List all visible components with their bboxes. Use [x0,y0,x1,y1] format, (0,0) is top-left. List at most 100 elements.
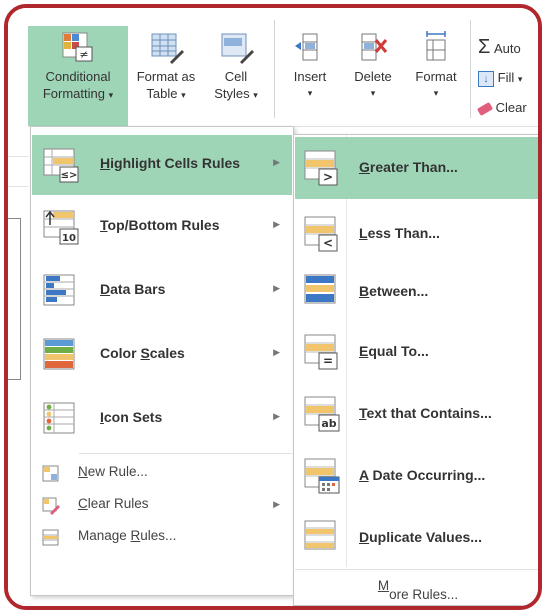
insert-label: Insert [293,69,327,84]
conditional-formatting-icon: ≠ [62,32,93,62]
delete-label: Delete [354,69,392,84]
insert-caret: ▾ [307,88,313,98]
menu-item-top-bottom-rules[interactable]: 10 Top/Bottom Rules ▶ [32,197,292,257]
cell-styles-button[interactable]: Cell Styles ▾ [204,26,268,126]
data-bars-icon [43,274,75,306]
worksheet-edge [8,126,28,606]
submenu-item-date-occurring[interactable]: A Date Occurring... [295,445,538,507]
menu-item-label: Top/Bottom Rules [100,217,220,233]
cell-styles-label-2: Styles ▾ [214,86,258,101]
less-than-icon: < [304,216,338,252]
format-as-table-label-1: Format as [136,69,196,84]
delete-caret: ▾ [370,88,376,98]
icon-sets-icon [43,402,75,434]
submenu-item-between[interactable]: Between... [295,261,538,323]
conditional-formatting-button[interactable]: ≠ Conditional Formatting ▾ [28,26,128,126]
submenu-item-greater-than[interactable]: > Greater Than... [295,137,538,199]
autosum-button[interactable]: Σ Auto [478,36,521,59]
date-occurring-icon [304,458,340,494]
fill-caret: ▾ [517,74,523,84]
delete-cells-icon [361,33,388,61]
fill-button[interactable]: ↓ Fill ▾ [478,70,522,87]
cell-styles-label-1: Cell [224,69,248,84]
screenshot-frame: ≠ Conditional Formatting ▾ Format as Tab… [4,4,542,610]
between-icon [304,274,336,304]
conditional-formatting-label-2: Formatting ▾ [42,86,114,101]
ribbon-separator [274,20,275,118]
submenu-item-label: Text that Contains... [359,405,492,421]
new-rule-icon [42,465,59,482]
svg-text:≤>: ≤> [61,170,78,181]
submenu-item-label: Less Than... [359,225,440,241]
autosum-icon: Σ [478,36,491,58]
submenu-item-label: A Date Occurring... [359,467,486,483]
menu-separator [79,453,292,454]
clear-label: Clear [495,100,527,115]
fill-label: Fill [497,70,515,85]
submenu-arrow-icon: ▶ [273,219,280,229]
format-as-table-icon [151,33,184,64]
submenu-arrow-icon: ▶ [273,283,280,293]
fill-down-icon: ↓ [478,70,494,87]
cell-styles-icon [221,33,254,64]
menu-item-label: New Rule... [78,464,148,479]
submenu-item-label: More Rules... [377,578,459,602]
clear-button[interactable]: Clear [476,100,527,116]
submenu-item-label: Between... [359,283,429,299]
insert-button[interactable]: Insert ▾ [282,26,338,126]
ribbon-separator [470,20,471,118]
top-bottom-icon: 10 [43,210,79,245]
submenu-arrow-icon: ▶ [273,347,280,357]
menu-item-label: Manage Rules... [78,528,177,543]
menu-item-clear-rules[interactable]: Clear Rules ▶ [32,489,292,521]
format-cells-icon [426,31,446,61]
submenu-item-less-than[interactable]: < Less Than... [295,203,538,265]
delete-button[interactable]: Delete ▾ [342,26,404,126]
submenu-item-text-that-contains[interactable]: ab Text that Contains... [295,383,538,445]
menu-item-label: Color Scales [100,345,185,361]
submenu-arrow-icon: ▶ [273,499,280,509]
submenu-item-equal-to[interactable]: = Equal To... [295,321,538,383]
menu-item-manage-rules[interactable]: Manage Rules... [32,521,292,553]
submenu-item-label: Greater Than... [359,159,458,175]
ribbon: ≠ Conditional Formatting ▾ Format as Tab… [8,8,538,127]
manage-rules-icon [42,529,59,546]
eraser-icon [476,101,494,116]
submenu-arrow-icon: ▶ [273,157,280,167]
svg-text:≠: ≠ [79,48,88,61]
insert-cells-icon [295,33,318,61]
menu-item-label: Icon Sets [100,409,163,425]
svg-text:10: 10 [62,233,76,244]
autosum-label: Auto [494,41,521,56]
text-contains-icon: ab [304,396,340,432]
conditional-formatting-label-1: Conditional [45,69,111,84]
highlight-cells-icon: ≤> [43,148,79,183]
color-scales-icon [43,338,75,370]
menu-item-highlight-cells-rules[interactable]: ≤> Highlight Cells Rules ▶ [32,135,292,195]
submenu-item-label: Equal To... [359,343,429,359]
conditional-formatting-menu: ≤> Highlight Cells Rules ▶ 10 Top/Bottom… [30,126,294,596]
submenu-arrow-icon: ▶ [273,411,280,421]
grid-line [8,156,28,157]
format-button[interactable]: Format ▾ [406,26,466,126]
menu-item-data-bars[interactable]: Data Bars ▶ [32,261,292,321]
equal-to-icon: = [304,334,338,370]
menu-item-new-rule[interactable]: New Rule... [32,457,292,489]
menu-item-label: Clear Rules [78,496,149,511]
menu-item-icon-sets[interactable]: Icon Sets ▶ [32,389,292,449]
duplicate-values-icon [304,520,336,550]
greater-than-icon: > [304,150,338,186]
svg-text:ab: ab [321,417,336,430]
format-as-table-button[interactable]: Format as Table ▾ [128,26,204,126]
selected-range-edge [8,218,21,380]
clear-rules-icon [42,497,60,515]
format-caret: ▾ [433,88,439,98]
grid-line [8,186,28,187]
submenu-item-duplicate-values[interactable]: Duplicate Values... [295,507,538,569]
menu-item-color-scales[interactable]: Color Scales ▶ [32,325,292,385]
format-as-table-label-2: Table ▾ [146,86,186,101]
submenu-item-more-rules[interactable]: More Rules... [295,569,538,605]
svg-text:<: < [323,236,333,250]
menu-item-label: Highlight Cells Rules [100,155,241,171]
menu-item-label: Data Bars [100,281,166,297]
